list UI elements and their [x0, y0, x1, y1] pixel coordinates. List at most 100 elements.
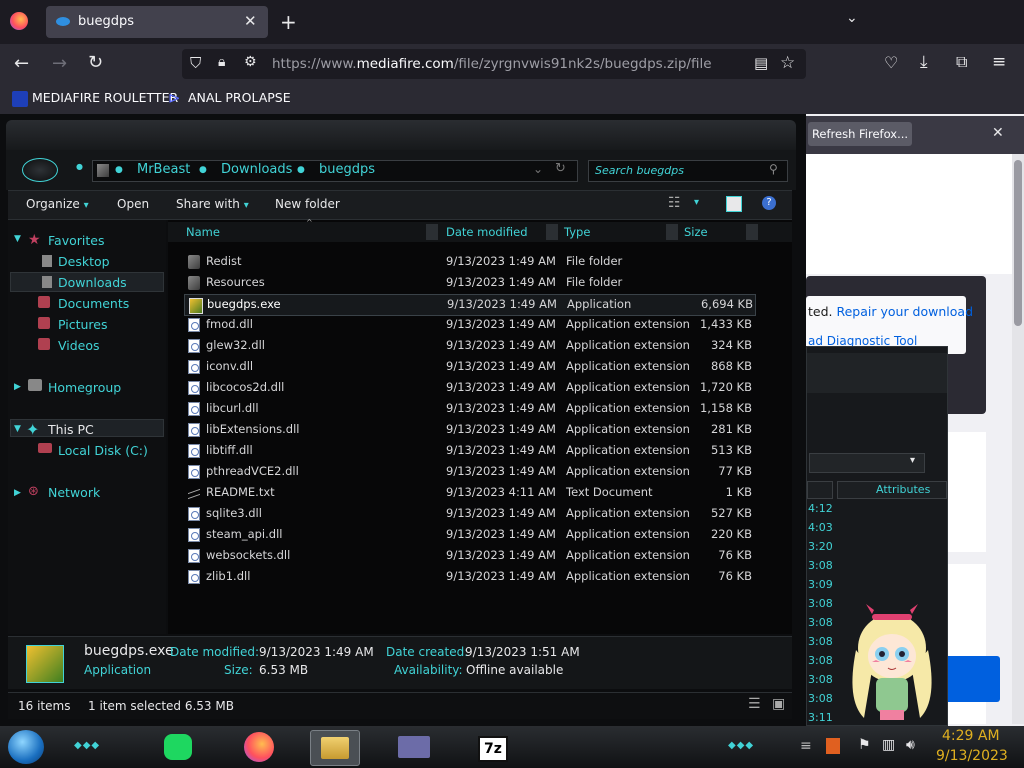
large-icons-view-icon[interactable]: ▣ [772, 696, 785, 712]
nav-videos[interactable]: Videos [58, 338, 100, 353]
tray-app-icon[interactable] [826, 738, 840, 754]
repair-download-link[interactable]: Repair your download [836, 304, 973, 319]
breadcrumb-mrbeast[interactable]: MrBeast [137, 162, 190, 177]
nav-pictures[interactable]: Pictures [58, 317, 108, 332]
command-bar: Organize ▾ Open Share with ▾ New folder … [8, 190, 792, 220]
file-row[interactable]: Resources 9/13/2023 1:49 AM File folder [184, 273, 754, 293]
breadcrumb-buegdps[interactable]: buegdps [319, 162, 375, 177]
close-tab-icon[interactable]: ✕ [244, 12, 257, 30]
file-row[interactable]: iconv.dll 9/13/2023 1:49 AM Application ex… [184, 357, 754, 377]
file-row[interactable]: sqlite3.dll 9/13/2023 1:49 AM Application … [184, 504, 754, 524]
file-row[interactable]: glew32.dll 9/13/2023 1:49 AM Application e… [184, 336, 754, 356]
save-to-pocket-icon[interactable]: ♡ [884, 53, 898, 72]
column-header-size[interactable]: Size [684, 225, 708, 239]
organize-button[interactable]: Organize ▾ [26, 197, 89, 211]
nav-network[interactable]: Network [48, 485, 100, 500]
column-separator[interactable] [546, 224, 558, 240]
file-row[interactable]: zlib1.dll 9/13/2023 1:49 AM Application ex… [184, 567, 754, 587]
share-with-button[interactable]: Share with ▾ [176, 197, 249, 211]
tab-buegdps[interactable]: buegdps ✕ [46, 6, 268, 38]
nav-documents[interactable]: Documents [58, 296, 129, 311]
url-text[interactable]: https://www.mediafire.com/file/zyrgnvwis… [272, 56, 712, 72]
file-row[interactable]: fmod.dll 9/13/2023 1:49 AM Application ext… [184, 315, 754, 335]
explorer-title-bar[interactable] [6, 120, 796, 150]
column-separator[interactable] [746, 224, 758, 240]
reload-icon[interactable]: ↻ [88, 52, 103, 73]
clock-date[interactable]: 9/13/2023 [936, 748, 1008, 764]
details-view-icon[interactable]: ☰ [748, 696, 761, 712]
search-input[interactable]: Search buegdps ⚲ [588, 160, 788, 182]
expand-network-icon[interactable]: ▶ [14, 488, 21, 498]
address-bar[interactable]: ● MrBeast ● Downloads ● buegdps ⌄ ↻ [92, 160, 578, 182]
network-status-icon[interactable]: ▥ [882, 737, 895, 753]
bg-col-header-attributes[interactable]: Attributes [837, 481, 947, 499]
nav-downloads[interactable]: Downloads [58, 275, 127, 290]
file-name: Resources [206, 275, 265, 289]
clock-time[interactable]: 4:29 AM [942, 728, 1000, 744]
new-tab-icon[interactable]: + [280, 10, 297, 34]
nav-desktop[interactable]: Desktop [58, 254, 110, 269]
close-notification-icon[interactable]: ✕ [992, 125, 1004, 141]
refresh-firefox-button[interactable]: Refresh Firefox... [808, 122, 912, 146]
url-bar[interactable]: ⛉ 🔒︎ ⚙︎ https://www.mediafire.com/file/z… [182, 49, 806, 79]
refresh-icon[interactable]: ↻ [555, 161, 566, 176]
recent-pages-dot-icon[interactable]: ● [76, 162, 83, 171]
hamburger-menu-icon[interactable]: ≡ [992, 52, 1006, 72]
web-scrollbar-thumb[interactable] [1014, 160, 1022, 326]
nav-local-disk[interactable]: Local Disk (C:) [58, 443, 148, 458]
start-orb-button[interactable] [8, 730, 44, 764]
column-header-date[interactable]: Date modified [446, 225, 528, 239]
column-separator[interactable] [666, 224, 678, 240]
nav-favorites[interactable]: Favorites [48, 233, 104, 248]
file-row[interactable]: libcocos2d.dll 9/13/2023 1:49 AM Applicati… [184, 378, 754, 398]
nav-this-pc[interactable]: This PC [48, 422, 94, 437]
file-row[interactable]: libExtensions.dll 9/13/2023 1:49 AM Applic… [184, 420, 754, 440]
bg-window-dropdown[interactable]: ▾ [809, 453, 925, 473]
permissions-icon[interactable]: ⚙︎ [244, 54, 257, 70]
expand-homegroup-icon[interactable]: ▶ [14, 382, 21, 392]
firefox-menu-icon[interactable] [10, 12, 28, 30]
expand-this-pc-icon[interactable]: ▼ [14, 424, 21, 434]
taskbar-explorer-button[interactable] [310, 730, 360, 766]
file-row[interactable]: steam_api.dll 9/13/2023 1:49 AM Applicatio… [184, 525, 754, 545]
preview-pane-icon[interactable] [726, 196, 742, 212]
nav-homegroup[interactable]: Homegroup [48, 380, 121, 395]
new-folder-button[interactable]: New folder [275, 197, 340, 211]
taskbar-app-button[interactable] [390, 730, 438, 764]
view-dropdown-icon[interactable]: ▾ [694, 197, 699, 208]
extensions-puzzle-icon[interactable]: ⧉ [956, 52, 967, 72]
reader-view-icon[interactable]: ▤ [754, 54, 768, 72]
column-separator[interactable] [426, 224, 438, 240]
back-arrow-icon[interactable]: ← [14, 53, 29, 74]
file-row[interactable]: libtiff.dll 9/13/2023 1:49 AM Application … [184, 441, 754, 461]
forward-arrow-icon[interactable]: → [52, 53, 67, 74]
expand-favorites-icon[interactable]: ▼ [14, 234, 21, 244]
file-row[interactable]: README.txt 9/13/2023 4:11 AM Text Document… [184, 483, 754, 503]
bookmark-anal-prolapse[interactable]: ANAL PROLAPSE [188, 90, 291, 105]
downloads-icon[interactable]: ⤓ [920, 52, 928, 72]
volume-icon[interactable]: 🔊︎ [906, 737, 915, 753]
file-row[interactable]: Redist 9/13/2023 1:49 AM File folder [184, 252, 754, 272]
file-row[interactable]: buegdps.exe 9/13/2023 1:49 AM Application 6… [184, 294, 756, 316]
column-header-name[interactable]: Name [186, 225, 220, 239]
bookmark-star-icon[interactable]: ☆ [780, 53, 795, 73]
taskbar-spotify-button[interactable] [156, 730, 204, 764]
action-center-flag-icon[interactable]: ⚑ [858, 737, 871, 753]
open-button[interactable]: Open [117, 197, 149, 211]
bookmark-mediafire-rouletter[interactable]: MEDIAFIRE ROULETTER [32, 90, 178, 105]
padlock-icon[interactable]: 🔒︎ [218, 54, 225, 70]
tab-list-chevron-icon[interactable]: ⌄ [846, 10, 858, 26]
view-options-icon[interactable]: ☷ [668, 195, 681, 211]
show-hidden-icons-icon[interactable]: ≡ [800, 738, 812, 754]
file-row[interactable]: websockets.dll 9/13/2023 1:49 AM Applicati… [184, 546, 754, 566]
column-header-type[interactable]: Type [564, 225, 590, 239]
back-forward-orb-icon[interactable] [22, 158, 58, 182]
file-row[interactable]: pthreadVCE2.dll 9/13/2023 1:49 AM Applicat… [184, 462, 754, 482]
taskbar-firefox-button[interactable] [236, 730, 284, 764]
tracking-shield-icon[interactable]: ⛉ [190, 54, 201, 72]
file-row[interactable]: libcurl.dll 9/13/2023 1:49 AM Application … [184, 399, 754, 419]
breadcrumb-downloads[interactable]: Downloads [221, 162, 292, 177]
address-dropdown-icon[interactable]: ⌄ [533, 162, 543, 176]
help-icon[interactable]: ? [762, 196, 776, 210]
taskbar-7zip-button[interactable]: 7z [466, 730, 514, 764]
